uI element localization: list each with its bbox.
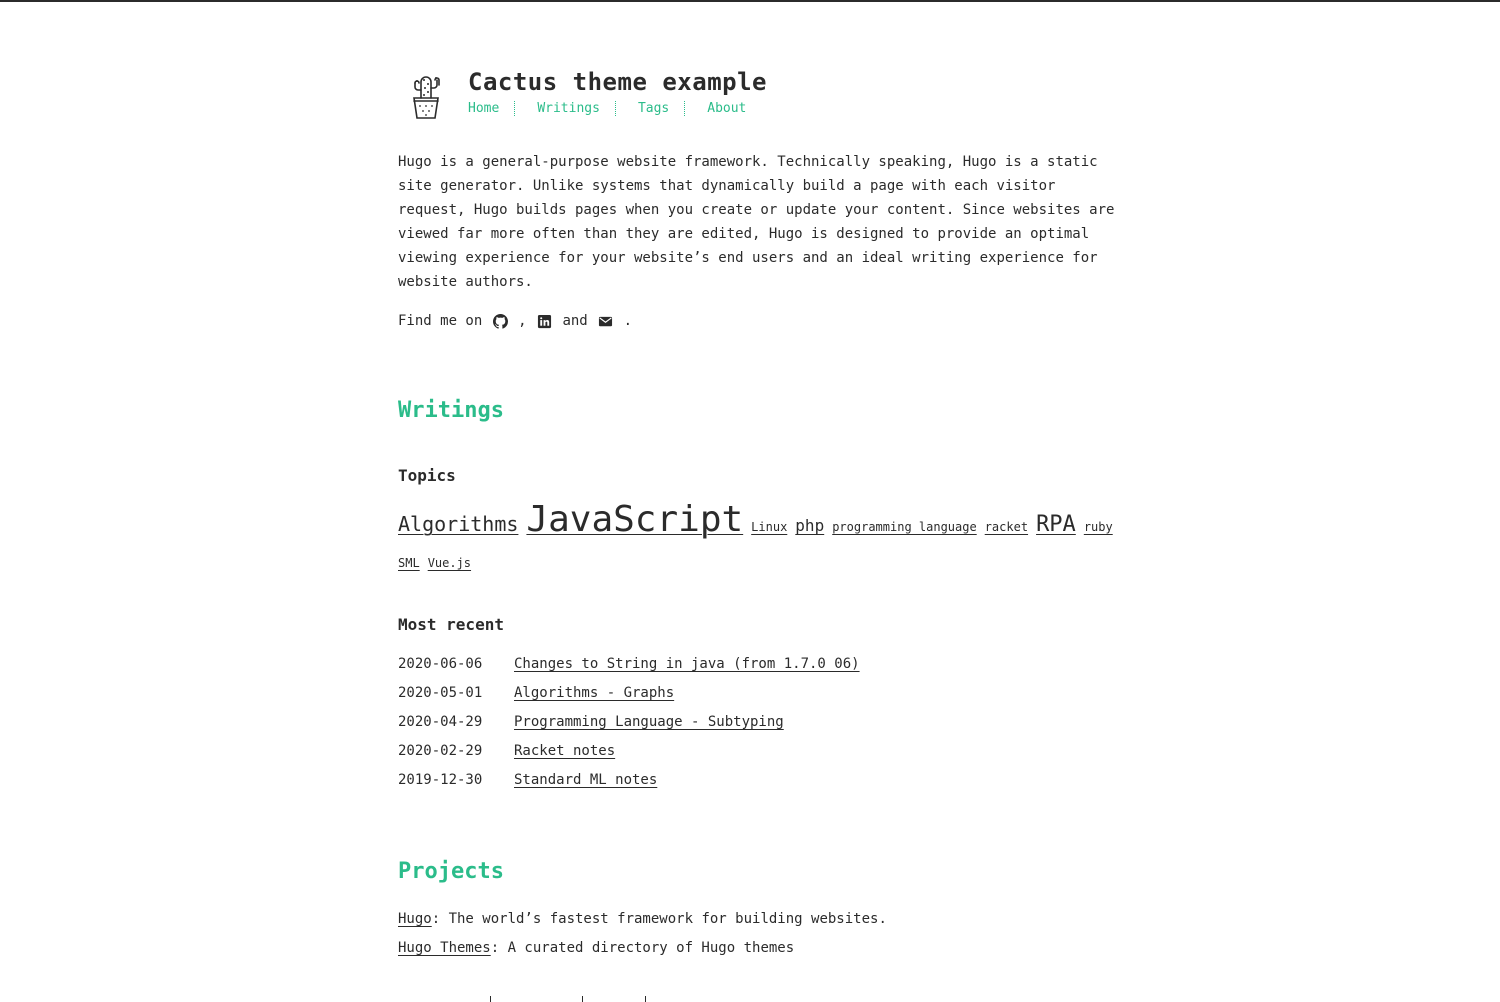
post-date: 2020-02-29 (398, 743, 483, 759)
post-link[interactable]: Racket notes (514, 739, 615, 768)
nav-about[interactable]: About (707, 101, 746, 116)
post-link[interactable]: Changes to String in java (from 1.7.0_06… (514, 652, 860, 681)
tag-vuejs[interactable]: Vue.js (428, 556, 471, 570)
tag-ruby[interactable]: ruby (1084, 520, 1113, 534)
tag-rpa[interactable]: RPA (1036, 512, 1076, 537)
list-item: 2020-06-06 Changes to String in java (fr… (398, 652, 860, 681)
tag-javascript[interactable]: JavaScript (526, 499, 743, 540)
list-item: 2020-05-01 Algorithms - Graphs (398, 681, 860, 710)
footer-edge-marks (490, 996, 650, 1002)
github-icon[interactable] (492, 313, 508, 329)
project-link-hugo[interactable]: Hugo (398, 911, 432, 927)
list-item: 2020-04-29 Programming Language - Subtyp… (398, 710, 860, 739)
post-link[interactable]: Algorithms - Graphs (514, 681, 674, 710)
tag-sml[interactable]: SML (398, 556, 420, 570)
tag-algorithms[interactable]: Algorithms (398, 512, 518, 536)
nav-divider (684, 101, 686, 116)
site-title: Cactus theme example (468, 68, 767, 96)
find-me-and: and (554, 313, 597, 329)
linkedin-icon-svg (537, 314, 552, 328)
main-nav: Home Writings Tags About (468, 101, 746, 116)
nav-divider (514, 101, 516, 116)
footer-mark (582, 996, 583, 1002)
nav-home[interactable]: Home (468, 101, 499, 116)
linkedin-icon[interactable] (537, 314, 552, 329)
github-icon-svg (492, 313, 508, 329)
find-me-suffix: . (615, 313, 633, 329)
nav-writings[interactable]: Writings (537, 101, 600, 116)
tag-racket[interactable]: racket (985, 520, 1028, 534)
post-link[interactable]: Programming Language - Subtyping (514, 710, 784, 739)
envelope-icon[interactable] (598, 314, 613, 329)
tag-programming-language[interactable]: programming language (832, 520, 977, 534)
find-me-line: Find me on , and . (398, 309, 632, 333)
writings-heading: Writings (398, 398, 504, 423)
recent-posts-list: 2020-06-06 Changes to String in java (fr… (398, 652, 860, 797)
nav-tags[interactable]: Tags (638, 101, 669, 116)
find-me-comma: , (509, 313, 536, 329)
footer-mark (490, 996, 491, 1002)
list-item: Hugo: The world’s fastest framework for … (398, 907, 887, 936)
tag-linux[interactable]: Linux (751, 520, 787, 534)
post-date: 2020-05-01 (398, 685, 483, 701)
project-link-hugo-themes[interactable]: Hugo Themes (398, 940, 491, 956)
post-date: 2020-06-06 (398, 656, 483, 672)
intro-text: Hugo is a general-purpose website framew… (398, 154, 1115, 290)
footer-mark (645, 996, 646, 1002)
tag-cloud: Algorithms JavaScript Linux php programming … (398, 499, 1113, 581)
project-description: : A curated directory of Hugo themes (490, 940, 795, 956)
post-link[interactable]: Standard ML notes (514, 768, 657, 797)
cactus-logo-icon[interactable] (408, 68, 444, 120)
projects-list: Hugo: The world’s fastest framework for … (398, 907, 887, 965)
list-item: 2019-12-30 Standard ML notes (398, 768, 860, 797)
cactus-logo-svg (413, 76, 440, 119)
site-header: Cactus theme example Home Writings Tags … (398, 66, 1118, 122)
find-me-prefix: Find me on (398, 313, 491, 329)
most-recent-heading: Most recent (398, 615, 504, 634)
projects-heading: Projects (398, 859, 504, 884)
list-item: 2020-02-29 Racket notes (398, 739, 860, 768)
topics-heading: Topics (398, 466, 456, 485)
envelope-icon-svg (599, 316, 613, 326)
nav-divider (614, 101, 616, 116)
list-item: Hugo Themes: A curated directory of Hugo… (398, 936, 887, 965)
tag-php[interactable]: php (795, 516, 824, 535)
project-description: : The world’s fastest framework for buil… (431, 911, 887, 927)
post-date: 2019-12-30 (398, 772, 483, 788)
post-date: 2020-04-29 (398, 714, 483, 730)
